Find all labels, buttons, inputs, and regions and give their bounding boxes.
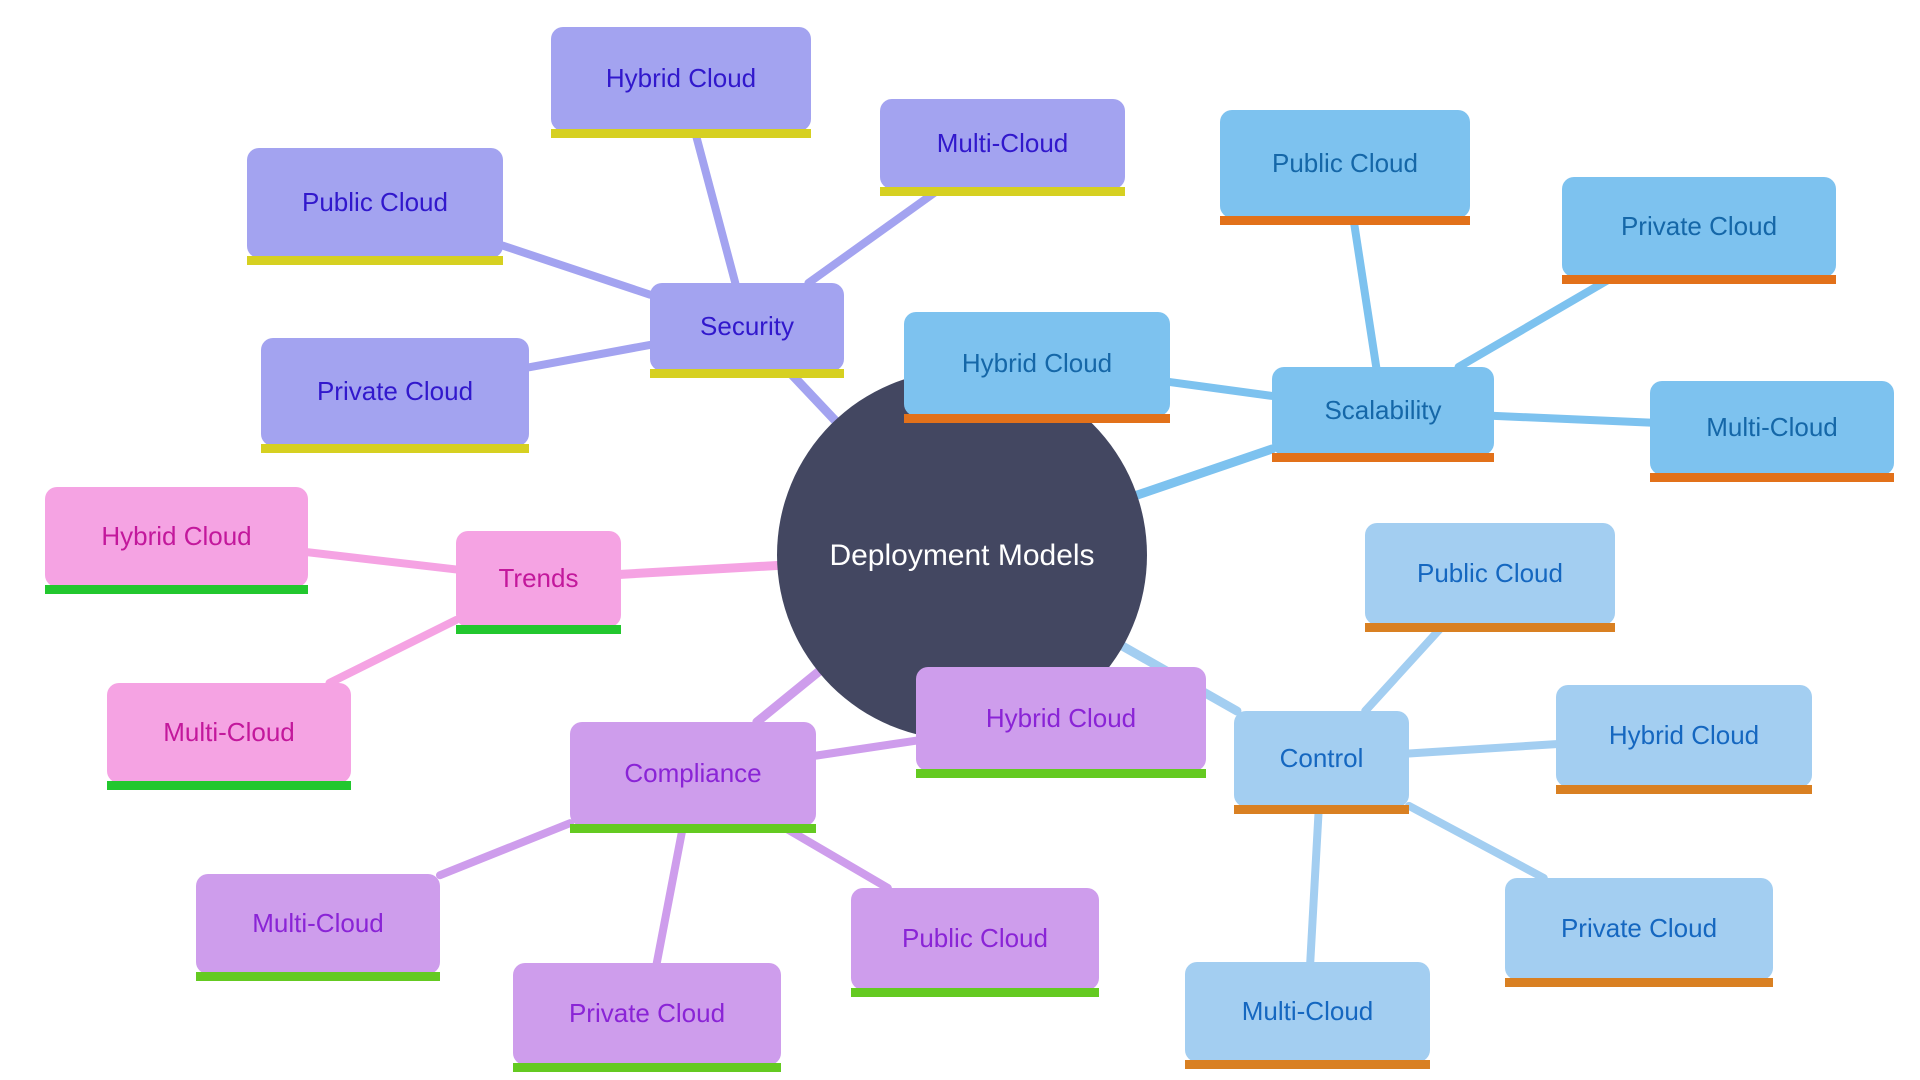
- leaf-node-security-multi-cloud[interactable]: Multi-Cloud: [880, 99, 1125, 196]
- node-accent-bar: [551, 129, 811, 138]
- mind-map-canvas: Deployment Models Security Hybrid Cloud Mul…: [0, 0, 1920, 1080]
- leaf-node-compliance-multi-cloud[interactable]: Multi-Cloud: [196, 874, 440, 981]
- node-accent-bar: [1272, 453, 1494, 462]
- node-label: Multi-Cloud: [252, 908, 384, 938]
- edge-link: [783, 366, 843, 428]
- node-accent-bar: [1556, 785, 1812, 794]
- edge-link: [804, 185, 944, 287]
- leaf-node-control-public-cloud[interactable]: Public Cloud: [1365, 523, 1615, 632]
- edge-link: [1490, 411, 1654, 427]
- leaf-node-scalability-multi-cloud[interactable]: Multi-Cloud: [1650, 381, 1894, 482]
- edge-link: [690, 127, 740, 287]
- edge-link: [1405, 801, 1548, 882]
- node-accent-bar: [1365, 623, 1615, 632]
- leaf-node-trends-multi-cloud[interactable]: Multi-Cloud: [107, 683, 351, 790]
- leaf-node-control-multi-cloud[interactable]: Multi-Cloud: [1185, 962, 1430, 1069]
- node-label: Multi-Cloud: [1706, 412, 1838, 442]
- node-accent-bar: [570, 824, 816, 833]
- node-label: Multi-Cloud: [1242, 996, 1374, 1026]
- leaf-node-control-private-cloud[interactable]: Private Cloud: [1505, 878, 1773, 987]
- leaf-node-security-private-cloud[interactable]: Private Cloud: [261, 338, 529, 453]
- mind-map-diagram: Deployment Models Security Hybrid Cloud Mul…: [45, 27, 1894, 1072]
- leaf-node-control-hybrid-cloud[interactable]: Hybrid Cloud: [1556, 685, 1812, 794]
- node-accent-bar: [880, 187, 1125, 196]
- node-accent-bar: [650, 369, 844, 378]
- node-label: Compliance: [624, 758, 761, 788]
- branch-node-scalability[interactable]: Scalability: [1272, 367, 1494, 462]
- node-accent-bar: [1220, 216, 1470, 225]
- node-accent-bar: [261, 444, 529, 453]
- node-label: Multi-Cloud: [937, 128, 1069, 158]
- leaf-node-scalability-public-cloud[interactable]: Public Cloud: [1220, 110, 1470, 225]
- node-accent-bar: [107, 781, 351, 790]
- edge-link: [1454, 273, 1618, 371]
- leaf-node-compliance-public-cloud[interactable]: Public Cloud: [851, 888, 1099, 997]
- branch-node-trends[interactable]: Trends: [456, 531, 621, 634]
- node-label: Security: [700, 311, 794, 341]
- node-label: Control: [1280, 743, 1364, 773]
- center-label: Deployment Models: [829, 539, 1094, 572]
- edge-link: [525, 340, 654, 372]
- node-label: Multi-Cloud: [163, 717, 295, 747]
- edge-link: [812, 736, 920, 760]
- edge-link: [1166, 378, 1276, 400]
- node-accent-bar: [851, 988, 1099, 997]
- branch-node-compliance[interactable]: Compliance: [570, 722, 816, 833]
- node-label: Public Cloud: [902, 923, 1048, 953]
- node-label: Private Cloud: [1561, 913, 1717, 943]
- node-accent-bar: [1562, 275, 1836, 284]
- leaf-node-security-hybrid-cloud[interactable]: Hybrid Cloud: [551, 27, 811, 138]
- edge-link: [1306, 803, 1323, 966]
- edge-link: [436, 819, 574, 880]
- node-label: Private Cloud: [317, 376, 473, 406]
- edge-link: [777, 822, 892, 892]
- edge-link: [752, 664, 827, 727]
- node-label: Private Cloud: [569, 998, 725, 1028]
- node-label: Public Cloud: [1272, 148, 1418, 178]
- node-label: Scalability: [1324, 395, 1441, 425]
- edge-link: [1405, 740, 1560, 758]
- node-accent-bar: [456, 625, 621, 634]
- branch-node-security[interactable]: Security: [650, 283, 844, 378]
- edge-link: [616, 560, 786, 579]
- leaf-node-trends-hybrid-cloud[interactable]: Hybrid Cloud: [45, 487, 308, 594]
- node-accent-bar: [45, 585, 308, 594]
- edge-link: [1128, 444, 1277, 501]
- leaf-node-scalability-private-cloud[interactable]: Private Cloud: [1562, 177, 1836, 284]
- edge-link: [304, 548, 460, 574]
- edge-link: [652, 822, 688, 967]
- node-label: Private Cloud: [1621, 211, 1777, 241]
- edge-link: [325, 616, 460, 687]
- node-label: Hybrid Cloud: [606, 63, 756, 93]
- node-label: Hybrid Cloud: [101, 521, 251, 551]
- node-accent-bar: [1234, 805, 1409, 814]
- node-accent-bar: [513, 1063, 781, 1072]
- node-accent-bar: [247, 256, 503, 265]
- leaf-node-compliance-hybrid-cloud[interactable]: Hybrid Cloud: [916, 667, 1206, 778]
- node-accent-bar: [1185, 1060, 1430, 1069]
- node-label: Public Cloud: [302, 187, 448, 217]
- nodes-layer: Deployment Models Security Hybrid Cloud Mul…: [45, 27, 1894, 1072]
- node-accent-bar: [916, 769, 1206, 778]
- node-label: Trends: [499, 563, 579, 593]
- leaf-node-compliance-private-cloud[interactable]: Private Cloud: [513, 963, 781, 1072]
- edge-link: [1361, 621, 1448, 715]
- node-accent-bar: [196, 972, 440, 981]
- node-label: Public Cloud: [1417, 558, 1563, 588]
- leaf-node-scalability-hybrid-cloud[interactable]: Hybrid Cloud: [904, 312, 1170, 423]
- branch-node-control[interactable]: Control: [1234, 711, 1409, 814]
- node-accent-bar: [904, 414, 1170, 423]
- node-label: Hybrid Cloud: [962, 348, 1112, 378]
- node-accent-bar: [1650, 473, 1894, 482]
- edge-link: [499, 241, 654, 299]
- node-label: Hybrid Cloud: [1609, 720, 1759, 750]
- node-label: Hybrid Cloud: [986, 703, 1136, 733]
- edge-link: [1349, 214, 1381, 371]
- leaf-node-security-public-cloud[interactable]: Public Cloud: [247, 148, 503, 265]
- node-accent-bar: [1505, 978, 1773, 987]
